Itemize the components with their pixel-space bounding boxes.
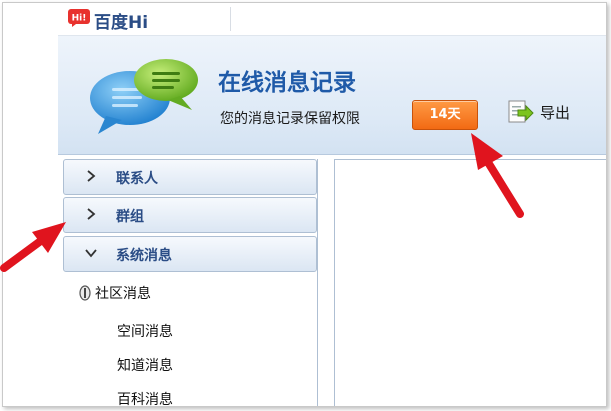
chevron-right-icon — [87, 208, 96, 220]
sidebar-group-label: 系统消息 — [116, 248, 172, 264]
chat-bubbles-icon — [90, 59, 198, 134]
chevron-right-icon — [87, 170, 96, 182]
app-name: 百度Hi — [94, 13, 149, 33]
logo-text: Hi! — [72, 14, 87, 24]
tree-node-label: 社区消息 — [95, 286, 151, 302]
tree-node-community-messages[interactable]: 社区消息 — [77, 283, 151, 303]
chevron-down-icon — [85, 249, 97, 258]
sidebar: 联系人 群组 系统消息 社区消息 空间消息 知道消息 百科消息 — [63, 159, 318, 406]
retention-days-button[interactable]: 14天 — [412, 100, 478, 130]
sidebar-group-label: 联系人 — [116, 171, 158, 187]
sidebar-group-label: 群组 — [116, 209, 144, 225]
tree-leaf-zhidao-messages[interactable]: 知道消息 — [117, 355, 173, 375]
tree-leaf-space-messages[interactable]: 空间消息 — [117, 321, 173, 341]
tree-leaf-baike-messages[interactable]: 百科消息 — [117, 389, 173, 406]
message-content-panel — [334, 159, 606, 406]
sidebar-group-system-messages[interactable]: 系统消息 — [63, 236, 317, 272]
toggle-icon[interactable] — [77, 285, 93, 301]
window-frame: Hi! 百度Hi 在线消息记录 您的消息记录保留权限 14天 导出 联系人 群组… — [2, 2, 607, 407]
page-header: 在线消息记录 您的消息记录保留权限 14天 导出 — [58, 36, 606, 155]
export-icon — [508, 100, 534, 123]
baidu-hi-logo-icon: Hi! — [68, 9, 90, 27]
export-button[interactable]: 导出 — [506, 97, 570, 127]
retention-label: 您的消息记录保留权限 — [220, 111, 360, 127]
export-label: 导出 — [540, 103, 571, 122]
sidebar-group-groups[interactable]: 群组 — [63, 197, 317, 233]
page-title: 在线消息记录 — [218, 70, 356, 96]
title-bar: Hi! 百度Hi — [58, 3, 606, 36]
title-separator — [230, 7, 231, 31]
sidebar-group-contacts[interactable]: 联系人 — [63, 159, 317, 195]
